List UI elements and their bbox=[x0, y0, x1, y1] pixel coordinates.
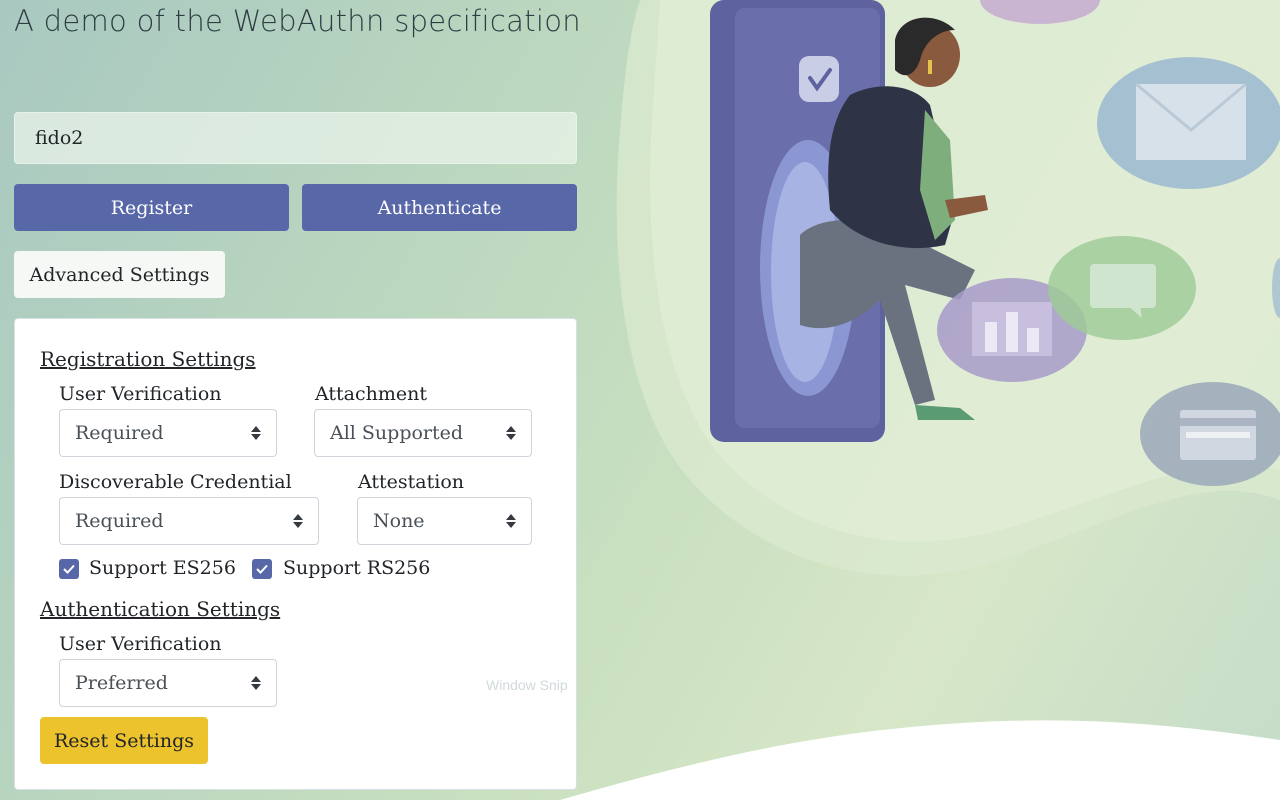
check-icon bbox=[63, 564, 75, 574]
registration-settings-heading: Registration Settings bbox=[40, 347, 256, 371]
discoverable-credential-select[interactable]: Required bbox=[59, 497, 319, 545]
authentication-user-verification-label: User Verification bbox=[59, 633, 222, 655]
attestation-label: Attestation bbox=[358, 471, 465, 493]
reset-settings-button[interactable]: Reset Settings bbox=[40, 717, 208, 764]
envelope-icon bbox=[1097, 57, 1280, 189]
authentication-user-verification-value: Preferred bbox=[75, 672, 168, 694]
sort-arrows-icon bbox=[506, 426, 516, 440]
page-title: A demo of the WebAuthn specification bbox=[14, 4, 581, 38]
authenticate-button[interactable]: Authenticate bbox=[302, 184, 577, 231]
settings-panel: Registration Settings User Verification … bbox=[14, 318, 577, 790]
attestation-select[interactable]: None bbox=[357, 497, 532, 545]
advanced-settings-button[interactable]: Advanced Settings bbox=[14, 251, 225, 298]
attachment-value: All Supported bbox=[330, 422, 464, 444]
sort-arrows-icon bbox=[506, 514, 516, 528]
rs256-label: Support RS256 bbox=[283, 557, 431, 579]
authentication-user-verification-select[interactable]: Preferred bbox=[59, 659, 277, 707]
registration-user-verification-select[interactable]: Required bbox=[59, 409, 277, 457]
attachment-select[interactable]: All Supported bbox=[314, 409, 532, 457]
window-snip-watermark: Window Snip bbox=[486, 677, 568, 693]
registration-user-verification-label: User Verification bbox=[59, 383, 222, 405]
register-button[interactable]: Register bbox=[14, 184, 289, 231]
attestation-value: None bbox=[373, 510, 425, 532]
rs256-checkbox[interactable] bbox=[252, 559, 272, 579]
sort-arrows-icon bbox=[251, 426, 261, 440]
authentication-settings-heading: Authentication Settings bbox=[40, 597, 281, 621]
sort-arrows-icon bbox=[251, 676, 261, 690]
check-icon bbox=[256, 564, 268, 574]
sort-arrows-icon bbox=[293, 514, 303, 528]
discoverable-credential-value: Required bbox=[75, 510, 164, 532]
es256-checkbox[interactable] bbox=[59, 559, 79, 579]
username-input[interactable] bbox=[14, 112, 577, 164]
chat-icon bbox=[1048, 236, 1196, 340]
es256-label: Support ES256 bbox=[89, 557, 236, 579]
discoverable-credential-label: Discoverable Credential bbox=[59, 471, 292, 493]
credit-card-icon bbox=[1140, 382, 1280, 486]
attachment-label: Attachment bbox=[315, 383, 427, 405]
registration-user-verification-value: Required bbox=[75, 422, 164, 444]
